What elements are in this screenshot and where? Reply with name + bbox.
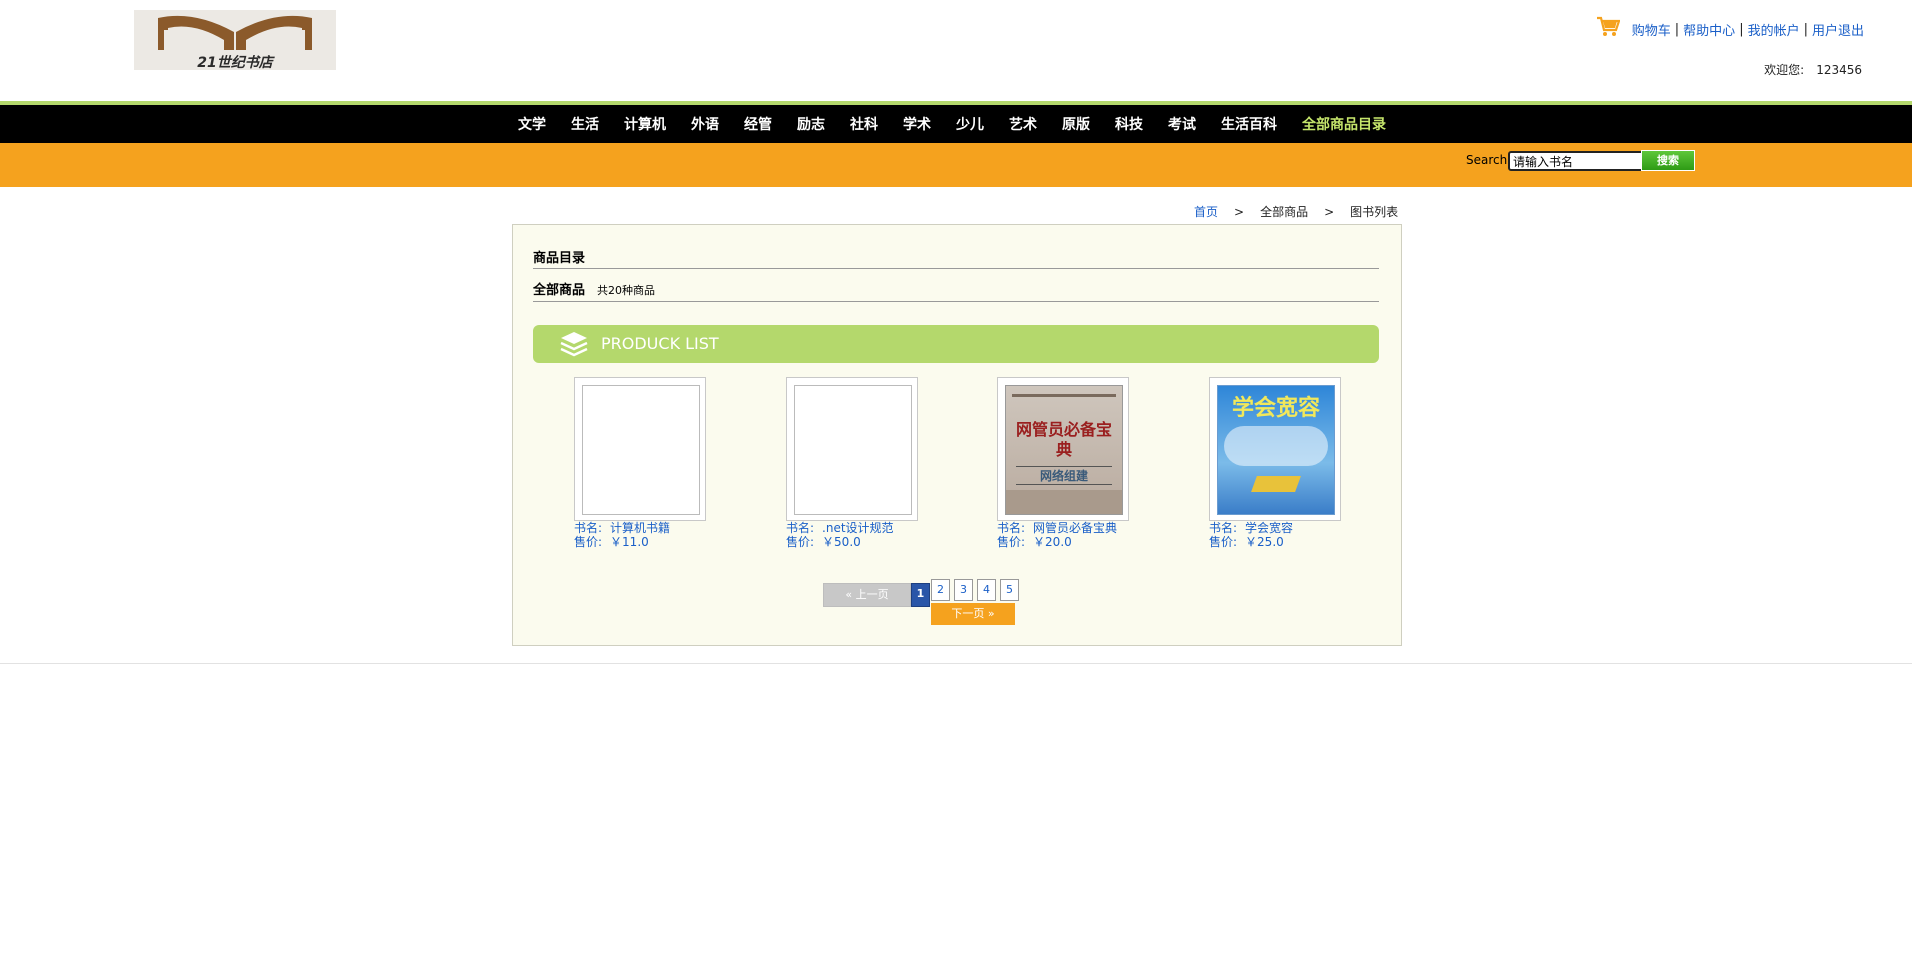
category-count: 共20种商品 — [597, 284, 656, 297]
site-logo[interactable]: 21世纪书店 — [134, 10, 336, 71]
double-chevron-right-icon: » — [987, 607, 995, 620]
book-cover-image: 网管员必备宝典 网络组建 — [1005, 385, 1123, 515]
category-name: 全部商品 — [533, 283, 586, 298]
nav-item-all-categories[interactable]: 全部商品目录 — [1302, 114, 1386, 134]
nav-item-business[interactable]: 经管 — [744, 114, 772, 134]
double-chevron-left-icon: « — [845, 588, 853, 601]
nav-item-social-science[interactable]: 社科 — [850, 114, 878, 134]
nav-item-life[interactable]: 生活 — [571, 114, 599, 134]
product-price: ￥11.0 — [610, 535, 649, 549]
product-price-label: 售价: — [786, 535, 815, 549]
search-label: Search — [1466, 153, 1508, 167]
logout-link[interactable]: 用户退出 — [1812, 20, 1864, 39]
banner-title: PRODUCK LIST — [601, 334, 719, 353]
product-price: ￥20.0 — [1033, 535, 1072, 549]
prev-page-label: 上一页 — [855, 588, 889, 601]
prev-page-button[interactable]: « 上一页 — [823, 583, 911, 607]
product-price-label: 售价: — [997, 535, 1026, 549]
search-bar: Search 搜索 — [0, 143, 1912, 187]
product-name[interactable]: 网管员必备宝典 — [1033, 521, 1117, 535]
separator: | — [1739, 21, 1744, 37]
product-list-banner: PRODUCK LIST — [533, 325, 1379, 363]
product-name-label: 书名: — [1209, 521, 1238, 535]
page-2[interactable]: 2 — [931, 579, 950, 601]
category-summary: 全部商品 共20种商品 — [533, 279, 655, 298]
breadcrumb-book-list: 图书列表 — [1350, 205, 1399, 219]
nav-item-foreign-language[interactable]: 外语 — [691, 114, 719, 134]
product-card[interactable]: 书名: 计算机书籍 售价: ￥11.0 — [574, 377, 754, 549]
cover-subtitle: 网络组建 — [1016, 466, 1112, 485]
page-5[interactable]: 5 — [1000, 579, 1019, 601]
product-thumbnail[interactable] — [574, 377, 706, 521]
nav-item-technology[interactable]: 科技 — [1115, 114, 1143, 134]
page-3[interactable]: 3 — [954, 579, 973, 601]
main-nav: 文学 生活 计算机 外语 经管 励志 社科 学术 少儿 艺术 原版 科技 考试 … — [0, 105, 1912, 143]
breadcrumb: 首页 > 全部商品 > 图书列表 — [1194, 203, 1398, 220]
divider — [533, 268, 1379, 269]
divider — [533, 301, 1379, 302]
top-links: 购物车 | 帮助中心 | 我的帐户 | 用户退出 — [1596, 16, 1864, 42]
breadcrumb-separator: > — [1234, 205, 1245, 219]
cart-link[interactable]: 购物车 — [1632, 20, 1671, 39]
product-name[interactable]: .net设计规范 — [822, 521, 894, 535]
product-name[interactable]: 计算机书籍 — [610, 521, 670, 535]
broken-image-icon — [794, 385, 912, 515]
welcome-message: 欢迎您: 123456 — [1764, 61, 1862, 78]
separator: | — [1803, 21, 1808, 37]
nav-item-encyclopedia[interactable]: 生活百科 — [1221, 114, 1277, 134]
panel-title: 商品目录 — [533, 251, 586, 266]
nav-item-computer[interactable]: 计算机 — [624, 114, 666, 134]
nav-item-art[interactable]: 艺术 — [1009, 114, 1037, 134]
product-card[interactable]: 学会宽容 书名: 学会宽容 售价: ￥25.0 — [1209, 377, 1389, 549]
search-input[interactable] — [1508, 151, 1644, 171]
page-1[interactable]: 1 — [911, 583, 930, 607]
nav-item-literature[interactable]: 文学 — [518, 114, 546, 134]
product-thumbnail[interactable]: 学会宽容 — [1209, 377, 1341, 521]
product-name-label: 书名: — [574, 521, 603, 535]
next-page-button[interactable]: 下一页 » — [931, 603, 1015, 625]
nav-item-children[interactable]: 少儿 — [956, 114, 984, 134]
product-thumbnail[interactable] — [786, 377, 918, 521]
next-page-label: 下一页 — [951, 607, 985, 620]
my-account-link[interactable]: 我的帐户 — [1748, 20, 1800, 39]
product-price-label: 售价: — [574, 535, 603, 549]
product-thumbnail[interactable]: 网管员必备宝典 网络组建 — [997, 377, 1129, 521]
nav-item-academic[interactable]: 学术 — [903, 114, 931, 134]
product-price: ￥50.0 — [822, 535, 861, 549]
cart-icon[interactable] — [1596, 16, 1621, 42]
layers-icon — [560, 332, 588, 357]
logo-text: 21世纪书店 — [197, 55, 273, 71]
breadcrumb-all-goods: 全部商品 — [1260, 205, 1309, 219]
product-price: ￥25.0 — [1245, 535, 1284, 549]
product-card[interactable]: 书名: .net设计规范 售价: ￥50.0 — [786, 377, 966, 549]
search-button[interactable]: 搜索 — [1641, 150, 1695, 171]
welcome-label: 欢迎您: — [1764, 63, 1805, 77]
nav-item-original[interactable]: 原版 — [1062, 114, 1090, 134]
welcome-user: 123456 — [1816, 63, 1862, 77]
product-card[interactable]: 网管员必备宝典 网络组建 书名: 网管员必备宝典 售价: ￥20.0 — [997, 377, 1177, 549]
nav-item-inspiration[interactable]: 励志 — [797, 114, 825, 134]
cover-title: 学会宽容 — [1231, 396, 1320, 421]
nav-item-exam[interactable]: 考试 — [1168, 114, 1196, 134]
page-4[interactable]: 4 — [977, 579, 996, 601]
cover-title: 网管员必备宝典 — [1015, 420, 1112, 459]
book-cover-image: 学会宽容 — [1217, 385, 1335, 515]
product-panel: 商品目录 全部商品 共20种商品 PRODUCK LIST 书名: 计算机书籍 售价… — [512, 224, 1402, 646]
footer-divider — [0, 663, 1912, 664]
broken-image-icon — [582, 385, 700, 515]
product-name-label: 书名: — [786, 521, 815, 535]
product-price-label: 售价: — [1209, 535, 1238, 549]
product-name-label: 书名: — [997, 521, 1026, 535]
separator: | — [1674, 21, 1680, 37]
product-name[interactable]: 学会宽容 — [1245, 521, 1293, 535]
breadcrumb-home[interactable]: 首页 — [1194, 205, 1218, 219]
breadcrumb-separator: > — [1324, 205, 1335, 219]
help-center-link[interactable]: 帮助中心 — [1683, 20, 1735, 39]
